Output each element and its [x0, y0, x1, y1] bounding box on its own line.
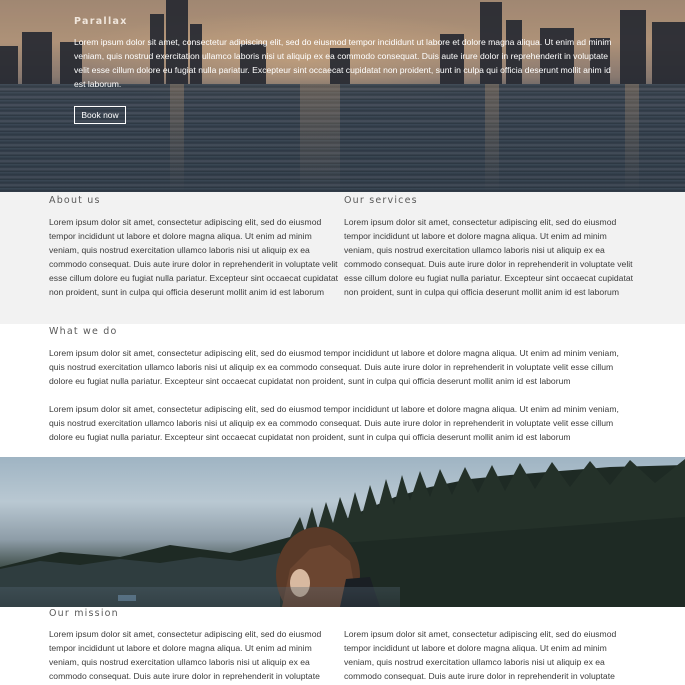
what-we-do-paragraph: Lorem ipsum dolor sit amet, consectetur … [49, 404, 619, 442]
what-we-do-section: What we do Lorem ipsum dolor sit amet, c… [49, 326, 634, 444]
hero-content: Parallax Lorem ipsum dolor sit amet, con… [74, 16, 614, 91]
mission-text: Lorem ipsum dolor sit amet, consectetur … [344, 629, 617, 681]
forest-photo [0, 457, 685, 607]
about-heading: About us [49, 195, 101, 206]
mission-column-left: Lorem ipsum dolor sit amet, consectetur … [49, 627, 339, 683]
about-text: Lorem ipsum dolor sit amet, consectetur … [49, 217, 339, 297]
what-we-do-paragraph: Lorem ipsum dolor sit amet, consectetur … [49, 348, 619, 386]
services-heading: Our services [344, 195, 418, 206]
hero-title: Parallax [74, 16, 128, 27]
mission-text: Lorem ipsum dolor sit amet, consectetur … [49, 629, 322, 681]
mission-column-right: Lorem ipsum dolor sit amet, consectetur … [344, 627, 634, 683]
services-text: Lorem ipsum dolor sit amet, consectetur … [344, 217, 634, 297]
what-we-do-heading: What we do [49, 326, 118, 337]
forest-illustration [0, 459, 685, 607]
about-services-section: About us Lorem ipsum dolor sit amet, con… [0, 192, 685, 324]
services-column: Our services Lorem ipsum dolor sit amet,… [344, 195, 634, 299]
book-now-button[interactable]: Book now [74, 106, 126, 124]
lake [0, 587, 400, 607]
hero-text: Lorem ipsum dolor sit amet, consectetur … [74, 37, 612, 89]
hero-section: Parallax Lorem ipsum dolor sit amet, con… [0, 0, 685, 192]
mission-heading: Our mission [49, 608, 119, 619]
about-column: About us Lorem ipsum dolor sit amet, con… [49, 195, 339, 299]
